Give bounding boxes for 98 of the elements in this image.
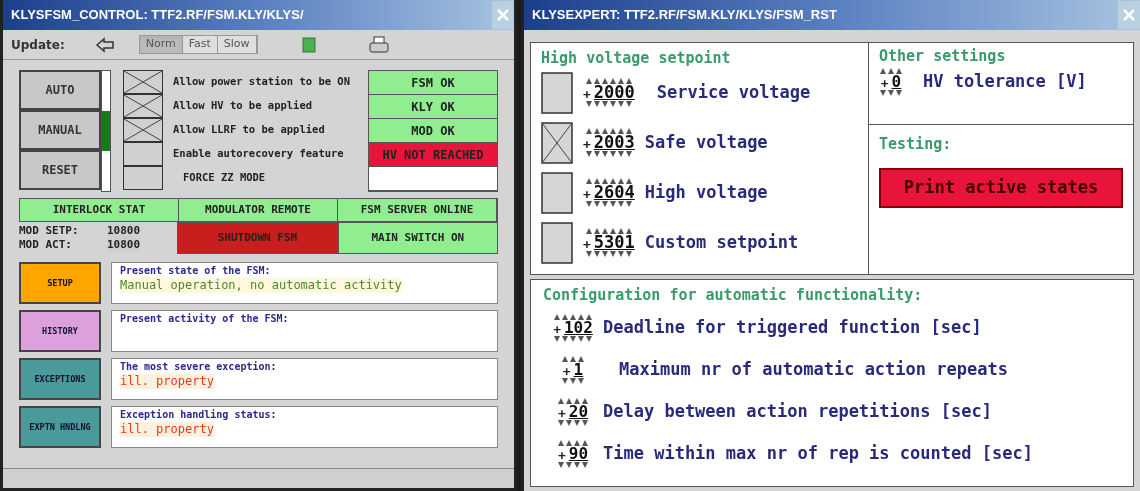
reading-value: 10800 bbox=[107, 224, 141, 238]
down-arrows-icon[interactable] bbox=[561, 377, 585, 384]
up-arrows-icon[interactable] bbox=[557, 397, 589, 404]
panel-title: The most severe exception: bbox=[120, 361, 278, 374]
panel-button[interactable]: SETUP bbox=[19, 262, 101, 304]
spin-plus[interactable]: + bbox=[557, 406, 566, 420]
config-label: Deadline for triggered function [sec] bbox=[603, 315, 982, 339]
setting-label: HV tolerance [V] bbox=[923, 69, 1087, 93]
checkbox-label: Allow HV to be applied bbox=[173, 98, 313, 114]
spin-value[interactable]: 102 bbox=[563, 319, 593, 336]
spin-plus[interactable]: + bbox=[583, 238, 591, 251]
rate-button[interactable]: Slow bbox=[217, 36, 257, 53]
setpoint-label: High voltage bbox=[644, 180, 768, 204]
down-arrows-icon[interactable] bbox=[584, 151, 633, 157]
indicator-icon[interactable] bbox=[301, 36, 316, 53]
checkbox[interactable] bbox=[541, 71, 573, 114]
checkbox[interactable] bbox=[541, 221, 573, 264]
up-arrows-icon[interactable] bbox=[584, 78, 633, 84]
panel-value: Manual operation, no automatic activity bbox=[120, 277, 402, 293]
status-indicator: FSM OK bbox=[369, 71, 497, 95]
status-indicator: HV NOT REACHED bbox=[369, 143, 497, 167]
down-arrows-icon[interactable] bbox=[557, 461, 589, 468]
print-states-button[interactable]: Print active states bbox=[879, 167, 1123, 208]
reading-label: MOD ACT: bbox=[19, 238, 73, 252]
section-title: Configuration for automatic functionality: bbox=[543, 285, 924, 306]
setpoint-label: Service voltage bbox=[656, 80, 811, 104]
spin-value[interactable]: 2604 bbox=[593, 184, 635, 201]
checkbox[interactable] bbox=[123, 142, 163, 166]
panel-button[interactable]: HISTORY bbox=[19, 310, 101, 352]
setpoint-label: Safe voltage bbox=[644, 130, 768, 154]
section-title: Other settings bbox=[879, 46, 1007, 67]
panel-button[interactable]: EXCEPTIONS bbox=[19, 358, 101, 400]
checkbox[interactable] bbox=[123, 118, 163, 142]
panel-title: Present state of the FSM: bbox=[120, 265, 272, 278]
checkbox-label: FORCE ZZ MODE bbox=[183, 170, 266, 186]
down-arrows-icon[interactable] bbox=[584, 251, 633, 257]
down-arrows-icon[interactable] bbox=[557, 419, 589, 426]
reading-label: MOD SETP: bbox=[19, 224, 80, 238]
checkbox-label: Enable autorecovery feature bbox=[173, 146, 344, 162]
spin-plus[interactable]: + bbox=[583, 138, 591, 151]
panel-button[interactable]: EXPTN HNDLNG bbox=[19, 406, 101, 448]
spin-plus[interactable]: + bbox=[583, 188, 591, 201]
up-arrows-icon[interactable] bbox=[561, 355, 585, 362]
panel-title: Exception handling status: bbox=[120, 409, 278, 422]
up-arrows-icon[interactable] bbox=[584, 228, 633, 234]
up-arrows-icon[interactable] bbox=[553, 313, 593, 320]
spin-plus[interactable]: + bbox=[553, 322, 561, 336]
checkbox-label: Allow LLRF to be applied bbox=[173, 122, 325, 138]
setpoint-label: Custom setpoint bbox=[644, 230, 799, 254]
reading-value: 10800 bbox=[107, 238, 141, 252]
checkbox[interactable] bbox=[123, 94, 163, 118]
down-arrows-icon[interactable] bbox=[584, 201, 633, 207]
section-title: Testing: bbox=[879, 134, 953, 155]
spin-value[interactable]: 1 bbox=[573, 361, 584, 378]
update-label: Update: bbox=[11, 36, 65, 54]
panel-title: Present activity of the FSM: bbox=[120, 313, 290, 326]
down-arrows-icon[interactable] bbox=[879, 89, 903, 96]
rate-button[interactable]: Fast bbox=[182, 36, 218, 53]
rate-button[interactable]: Norm bbox=[139, 36, 183, 53]
mode-button[interactable]: MANUAL bbox=[19, 110, 101, 150]
spin-value[interactable]: 5301 bbox=[593, 234, 635, 251]
mode-button[interactable]: RESET bbox=[19, 150, 101, 190]
spin-value[interactable]: 90 bbox=[568, 445, 589, 462]
status-indicator: KLY OK bbox=[369, 95, 497, 119]
spin-value[interactable]: 0 bbox=[891, 73, 902, 90]
action-button[interactable]: MAIN SWITCH ON bbox=[337, 222, 498, 254]
panel-value: ill. property bbox=[120, 421, 214, 437]
spin-value[interactable]: 2003 bbox=[593, 134, 635, 151]
down-arrows-icon[interactable] bbox=[584, 101, 633, 107]
checkbox[interactable] bbox=[541, 171, 573, 214]
panel-value: ill. property bbox=[120, 373, 214, 389]
spin-value[interactable]: 20 bbox=[568, 403, 589, 420]
printer-icon[interactable] bbox=[367, 34, 390, 55]
checkbox[interactable] bbox=[123, 166, 163, 190]
checkbox[interactable] bbox=[123, 70, 163, 94]
window-title: KLYSEXPERT: TTF2.RF/FSM.KLY/KLYS/FSM_RST bbox=[532, 6, 837, 25]
status-indicator: MODULATOR REMOTE bbox=[179, 199, 338, 221]
config-label: Time within max nr of rep is counted [sec] bbox=[603, 441, 1033, 465]
down-arrows-icon[interactable] bbox=[553, 335, 593, 342]
config-label: Delay between action repetitions [sec] bbox=[603, 399, 992, 423]
spin-plus[interactable]: + bbox=[557, 448, 566, 462]
status-indicator: INTERLOCK STAT bbox=[20, 199, 179, 221]
spin-value[interactable]: 2000 bbox=[593, 84, 635, 101]
status-indicator: FSM SERVER ONLINE bbox=[338, 199, 497, 221]
up-arrows-icon[interactable] bbox=[879, 67, 903, 74]
up-arrows-icon[interactable] bbox=[557, 439, 589, 446]
mode-button[interactable]: AUTO bbox=[19, 70, 101, 110]
checkbox[interactable] bbox=[541, 121, 573, 164]
checkbox-label: Allow power station to be ON bbox=[173, 74, 350, 90]
section-title: High voltage setpoint bbox=[541, 48, 732, 69]
spin-plus[interactable]: + bbox=[562, 364, 571, 378]
spin-plus[interactable]: + bbox=[880, 76, 889, 90]
spin-plus[interactable]: + bbox=[583, 88, 591, 101]
up-arrows-icon[interactable] bbox=[584, 128, 633, 134]
window-title: KLYSFSM_CONTROL: TTF2.RF/FSM.KLY/KLYS/ bbox=[11, 6, 304, 25]
status-indicator: MOD OK bbox=[369, 119, 497, 143]
up-arrows-icon[interactable] bbox=[584, 178, 633, 184]
config-label: Maximum nr of automatic action repeats bbox=[619, 357, 1008, 381]
